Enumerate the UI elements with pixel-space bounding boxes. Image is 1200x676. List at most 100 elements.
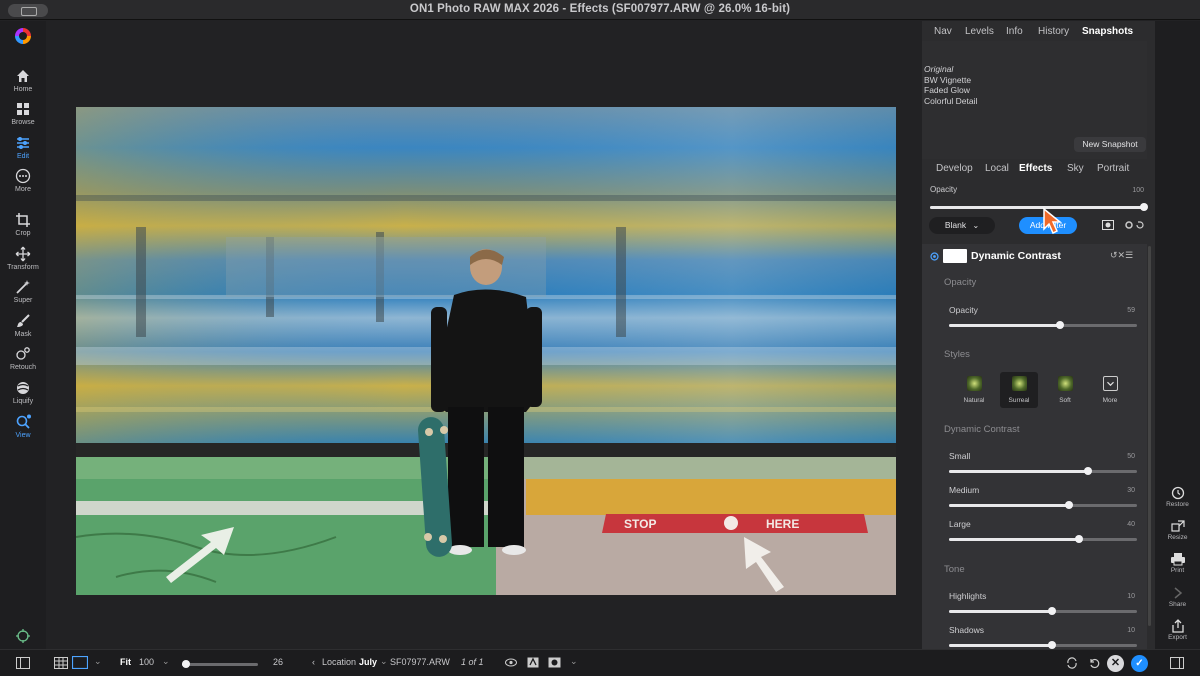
- slider-knob[interactable]: [1074, 535, 1083, 543]
- slider-knob[interactable]: [1055, 321, 1064, 329]
- section-styles-header[interactable]: Styles: [944, 349, 970, 360]
- tool-retouch[interactable]: Retouch: [0, 346, 46, 371]
- mask-view-chevron-icon[interactable]: ⌄: [570, 656, 578, 667]
- slider-knob[interactable]: [1140, 203, 1148, 211]
- print-button[interactable]: Print: [1155, 552, 1200, 574]
- single-view-icon[interactable]: [72, 656, 88, 669]
- filter-opacity-label: Opacity: [949, 305, 978, 315]
- mask-icon[interactable]: [1102, 220, 1114, 230]
- section-tone-header[interactable]: Tone: [944, 564, 965, 575]
- tab-snapshots[interactable]: Snapshots: [1082, 26, 1133, 37]
- slider-knob[interactable]: [1048, 641, 1057, 649]
- reset-icon[interactable]: [1135, 220, 1145, 230]
- tool-transform[interactable]: Transform: [0, 246, 46, 271]
- new-snapshot-button[interactable]: New Snapshot: [1074, 137, 1146, 152]
- snapshot-item[interactable]: Colorful Detail: [924, 96, 977, 107]
- mask-view-icon[interactable]: [548, 657, 561, 668]
- thumbnail-size-slider[interactable]: [181, 660, 258, 668]
- tab-history[interactable]: History: [1038, 26, 1069, 37]
- location-chevron-icon[interactable]: ⌄: [380, 656, 388, 667]
- style-surreal[interactable]: Surreal: [1000, 372, 1038, 408]
- here-sign-word: HERE: [766, 517, 799, 531]
- section-opacity-header[interactable]: Opacity: [944, 277, 976, 288]
- undo-icon[interactable]: [1088, 657, 1100, 669]
- resize-button[interactable]: Resize: [1155, 519, 1200, 541]
- tool-edit[interactable]: Edit: [0, 135, 46, 160]
- layer-opacity-slider[interactable]: [930, 203, 1148, 211]
- tab-nav[interactable]: Nav: [934, 26, 952, 37]
- section-dynamic-contrast-header[interactable]: Dynamic Contrast: [944, 424, 1020, 435]
- visibility-icon[interactable]: [930, 252, 939, 261]
- snapshots-panel: Original BW Vignette Faded Glow Colorful…: [922, 41, 1147, 159]
- share-button[interactable]: Share: [1155, 586, 1200, 608]
- apply-button[interactable]: ✓: [1131, 655, 1148, 672]
- slider-knob[interactable]: [1065, 501, 1074, 509]
- slider-large[interactable]: [949, 535, 1137, 543]
- tab-portrait[interactable]: Portrait: [1097, 163, 1129, 174]
- before-after-icon[interactable]: [527, 657, 539, 668]
- slider-knob[interactable]: [181, 660, 190, 668]
- slider-small[interactable]: [949, 467, 1137, 475]
- gear-icon[interactable]: [1124, 220, 1134, 230]
- style-more[interactable]: More: [1091, 372, 1129, 408]
- preview-eye-icon[interactable]: [505, 658, 517, 667]
- snapshot-item[interactable]: BW Vignette: [924, 75, 977, 86]
- export-button[interactable]: Export: [1155, 619, 1200, 641]
- tool-liquify[interactable]: Liquify: [0, 380, 46, 405]
- view-chevron-icon[interactable]: ⌄: [94, 656, 102, 667]
- style-soft[interactable]: Soft: [1046, 372, 1084, 408]
- panel-scrollbar[interactable]: [1148, 246, 1151, 626]
- tool-mask[interactable]: Mask: [0, 313, 46, 338]
- photo-canvas[interactable]: STOP HERE: [76, 107, 896, 595]
- style-label: Natural: [963, 397, 985, 404]
- slider-fill: [930, 206, 1144, 209]
- filter-opacity-slider[interactable]: [949, 321, 1137, 329]
- tab-effects[interactable]: Effects: [1019, 163, 1052, 174]
- style-natural[interactable]: Natural: [955, 372, 993, 408]
- tab-local[interactable]: Local: [985, 163, 1009, 174]
- zoom-value[interactable]: 100: [139, 657, 154, 667]
- slider-shadows-value: 10: [1127, 627, 1135, 634]
- tab-info[interactable]: Info: [1006, 26, 1023, 37]
- snapshot-item[interactable]: Original: [924, 64, 977, 75]
- style-label: Soft: [1059, 397, 1071, 404]
- location-value[interactable]: July: [359, 657, 377, 667]
- style-label: More: [1102, 397, 1118, 404]
- snapshot-item[interactable]: Faded Glow: [924, 85, 977, 96]
- cancel-button[interactable]: ✕: [1107, 655, 1124, 672]
- tool-super[interactable]: Super: [0, 279, 46, 304]
- tool-home[interactable]: Home: [0, 68, 46, 93]
- slider-fill: [949, 538, 1079, 541]
- tab-levels[interactable]: Levels: [965, 26, 994, 37]
- slider-knob[interactable]: [1048, 607, 1057, 615]
- slider-knob[interactable]: [1084, 467, 1093, 475]
- slider-shadows[interactable]: [949, 641, 1137, 649]
- export-icon: [1171, 619, 1184, 633]
- tool-view[interactable]: View: [0, 414, 46, 439]
- sliders-icon: [17, 137, 29, 149]
- tool-crop[interactable]: Crop: [0, 212, 46, 237]
- tool-browse[interactable]: Browse: [0, 101, 46, 126]
- back-chevron-icon[interactable]: ‹: [312, 657, 315, 667]
- tab-develop[interactable]: Develop: [936, 163, 973, 174]
- slider-medium[interactable]: [949, 501, 1137, 509]
- preset-dropdown[interactable]: Blank ⌄: [929, 217, 995, 234]
- slider-highlights[interactable]: [949, 607, 1137, 615]
- filter-controls-icon[interactable]: ↺✕☰: [1110, 250, 1133, 261]
- restore-button[interactable]: Restore: [1155, 486, 1200, 508]
- app-window: ON1 Photo RAW MAX 2026 - Effects (SF0079…: [0, 0, 1200, 676]
- bottom-bar: ⌄ Fit 100 ⌄ 26 ‹ Location July ⌄ SF07977…: [0, 649, 1200, 676]
- left-panel-toggle-icon[interactable]: [16, 657, 30, 669]
- grid-view-icon[interactable]: [54, 657, 68, 669]
- tool-more[interactable]: More: [0, 168, 46, 193]
- filter-mask-thumbnail[interactable]: [943, 249, 967, 263]
- slider-highlights-label: Highlights: [949, 591, 987, 601]
- zoom-chevron-icon[interactable]: ⌄: [162, 656, 170, 667]
- sync-icon[interactable]: [1066, 657, 1078, 669]
- fit-button[interactable]: Fit: [120, 657, 131, 667]
- tab-sky[interactable]: Sky: [1067, 163, 1084, 174]
- slider-fill: [949, 324, 1060, 327]
- crop-rotate-icon[interactable]: [15, 628, 31, 644]
- chevron-down-icon: ⌄: [972, 221, 980, 230]
- right-panel-toggle-icon[interactable]: [1170, 657, 1184, 669]
